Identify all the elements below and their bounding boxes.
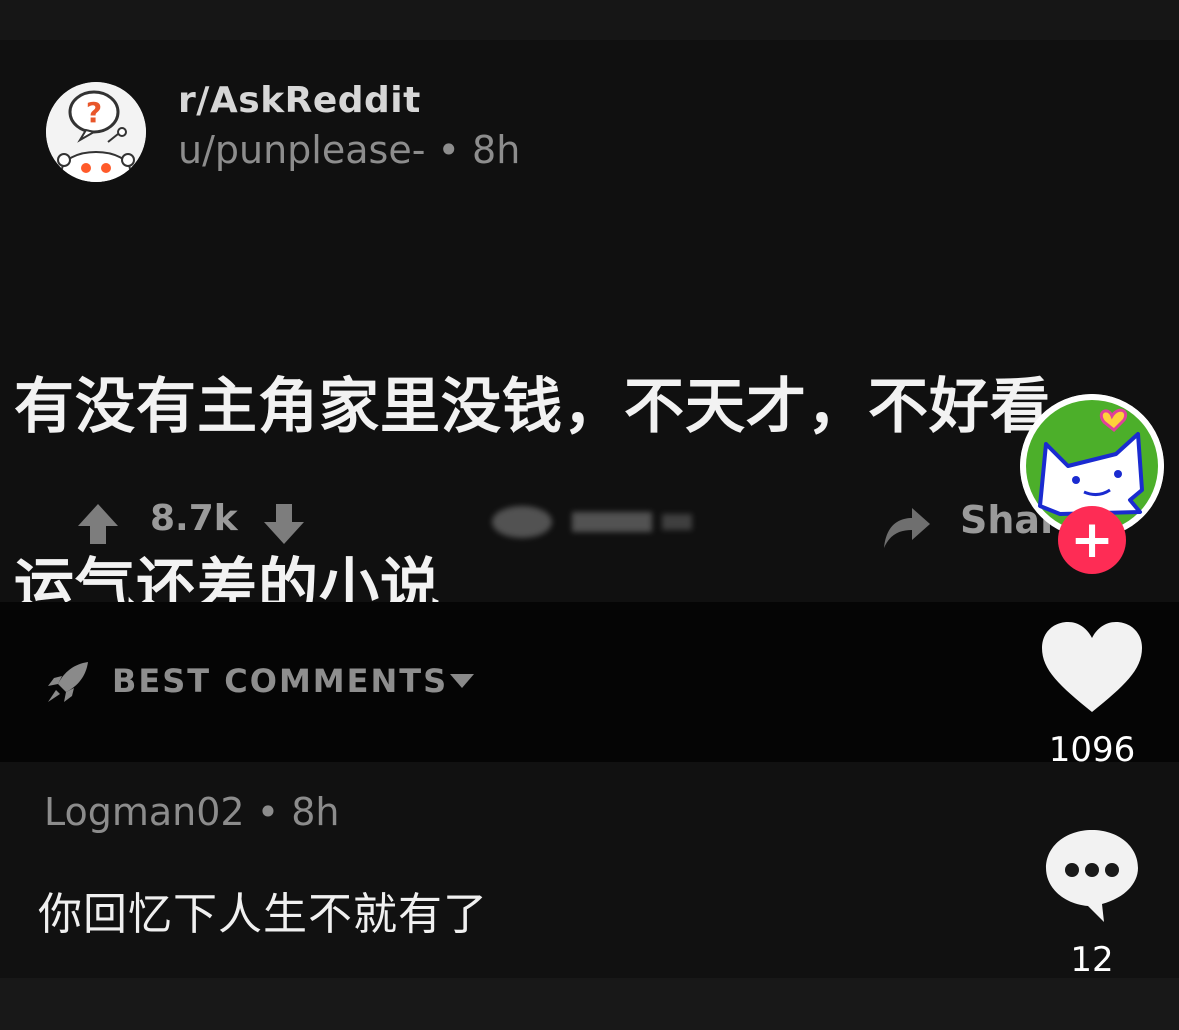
comment-item: Logman02 • 8h 你回忆下人生不就有了 <box>0 762 1179 978</box>
like-count: 1096 <box>1048 730 1136 770</box>
bottom-strip <box>0 978 1179 1030</box>
meta-separator: • <box>256 790 292 834</box>
comment-count-obscured[interactable] <box>486 500 706 544</box>
comment-text: 你回忆下人生不就有了 <box>38 889 488 940</box>
comment-author[interactable]: Logman02 <box>44 790 245 834</box>
comment-count: 12 <box>1070 940 1114 980</box>
subreddit-avatar-icon[interactable]: ? <box>46 82 146 182</box>
speech-bubble-icon[interactable] <box>1042 826 1142 930</box>
post-meta: u/punplease- • 8h <box>178 128 520 172</box>
rocket-icon <box>44 658 92 710</box>
follow-button[interactable]: + <box>1058 506 1126 574</box>
chevron-down-icon[interactable] <box>448 672 476 694</box>
comment-sort-bar[interactable]: BEST COMMENTS <box>0 602 1179 762</box>
post-action-bar: 8.7k Share <box>0 470 1179 570</box>
post-time: 8h <box>472 128 521 172</box>
top-strip <box>0 0 1179 40</box>
share-arrow-icon[interactable] <box>880 500 932 556</box>
comment-meta: Logman02 • 8h <box>44 790 339 834</box>
comment-time: 8h <box>291 790 340 834</box>
arrow-down-icon[interactable] <box>262 502 306 550</box>
meta-separator: • <box>437 128 473 172</box>
post-title-line-1: 有没有主角家里没钱，不天才，不好看 <box>14 372 1051 442</box>
heart-icon[interactable] <box>1040 620 1144 720</box>
subreddit-name[interactable]: r/AskReddit <box>178 80 421 121</box>
arrow-up-icon[interactable] <box>76 502 120 550</box>
vote-count: 8.7k <box>150 498 238 539</box>
post-author[interactable]: u/punplease- <box>178 128 425 172</box>
sort-label[interactable]: BEST COMMENTS <box>112 662 448 700</box>
svg-text:?: ? <box>86 96 102 129</box>
